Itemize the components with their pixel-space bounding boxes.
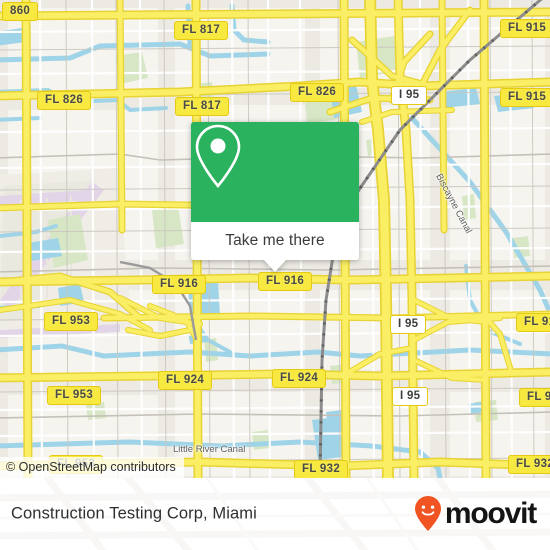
road-shield: I 95 [391, 86, 428, 105]
road-shield: 860 [2, 2, 39, 21]
map-page: 860 FL 817 FL 915 FL 826 FL 817 FL 826 I 95 FL … [0, 0, 550, 550]
popup-header [191, 122, 359, 222]
footer-bar: Construction Testing Corp, Miami moovit [0, 478, 550, 550]
road-shield: FL 91 [519, 388, 550, 407]
road-shield: FL 932 [508, 455, 550, 474]
road-shield: FL 915 [500, 19, 550, 38]
moovit-wordmark: moovit [444, 497, 537, 530]
moovit-logo[interactable]: moovit [413, 495, 537, 533]
road-shield: I 95 [390, 315, 427, 334]
road-shield: FL 915 [516, 313, 550, 332]
road-shield: FL 826 [37, 91, 92, 110]
place-popup-card[interactable]: Take me there [191, 122, 359, 272]
popup-action-bar[interactable]: Take me there [191, 222, 359, 260]
moovit-smile-pin-icon [414, 496, 441, 531]
popup-pointer [264, 260, 286, 272]
map-canvas[interactable]: 860 FL 817 FL 915 FL 826 FL 817 FL 826 I 95 FL … [0, 0, 550, 478]
road-shield: FL 817 [174, 21, 229, 40]
road-shield: FL 953 [44, 312, 99, 331]
road-shield: FL 915 [500, 88, 550, 107]
road-shield: FL 932 [294, 460, 349, 478]
map-pin-icon [195, 124, 241, 189]
road-shield: FL 924 [158, 371, 213, 390]
take-me-there-label: Take me there [225, 232, 325, 249]
road-shield: FL 916 [152, 275, 207, 294]
road-shield: FL 916 [258, 272, 313, 291]
place-title: Construction Testing Corp, Miami [11, 504, 257, 523]
road-shield: FL 817 [175, 97, 230, 116]
road-shield: I 95 [392, 387, 429, 406]
map-attribution[interactable]: © OpenStreetMap contributors [0, 457, 184, 478]
road-shield: FL 826 [290, 83, 345, 102]
road-shield: FL 953 [47, 386, 102, 405]
canal-label: Little River Canal [173, 444, 246, 455]
road-shield: FL 924 [272, 369, 327, 388]
